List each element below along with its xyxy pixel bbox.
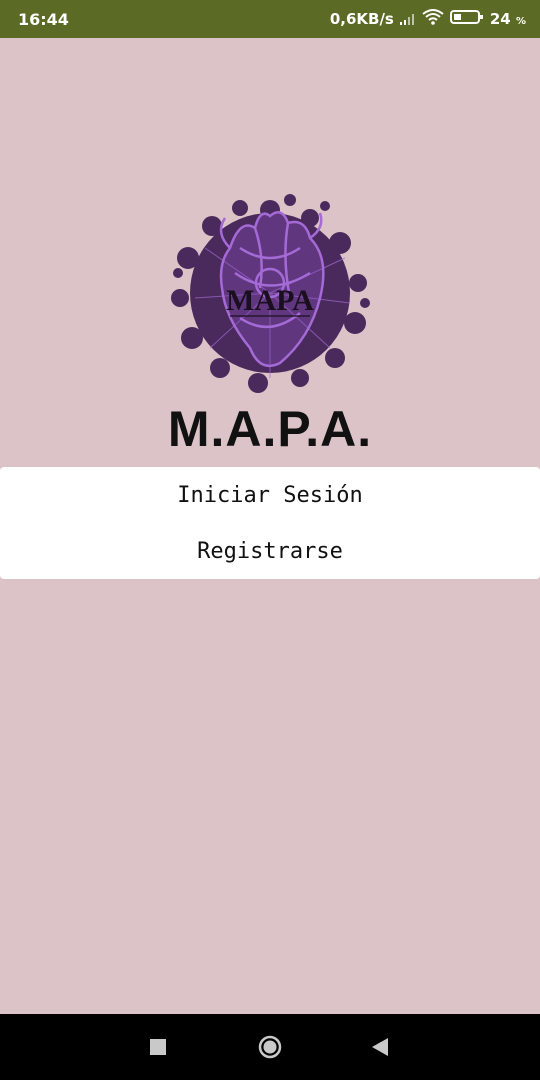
battery-level: 24 — [489, 10, 511, 28]
app-title: M.A.P.A. — [167, 401, 373, 457]
anatomical-heart-logo: MAPA — [171, 194, 370, 393]
logo-text: MAPA — [226, 284, 314, 317]
battery-percentage: 24 % — [490, 10, 526, 28]
home-icon[interactable] — [240, 1014, 300, 1080]
status-time: 16:44 — [18, 9, 69, 29]
status-indicators: 0,6KB/s 24 % — [330, 9, 526, 29]
app-logo: MAPA — [170, 188, 370, 393]
back-icon[interactable] — [350, 1014, 410, 1080]
battery-icon — [449, 9, 484, 29]
navigation-bar — [0, 1014, 540, 1080]
recent-apps-icon[interactable] — [128, 1014, 188, 1080]
register-button[interactable]: Registrarse — [0, 523, 540, 579]
wifi-icon — [422, 9, 444, 29]
network-speed: 0,6KB/s — [329, 10, 394, 28]
login-button[interactable]: Iniciar Sesión — [0, 467, 540, 523]
status-bar: 16:44 0,6KB/s 24 % — [0, 0, 540, 38]
auth-actions: Iniciar Sesión Registrarse — [0, 467, 540, 579]
signal-icon — [399, 10, 416, 29]
battery-unit: % — [515, 16, 526, 27]
